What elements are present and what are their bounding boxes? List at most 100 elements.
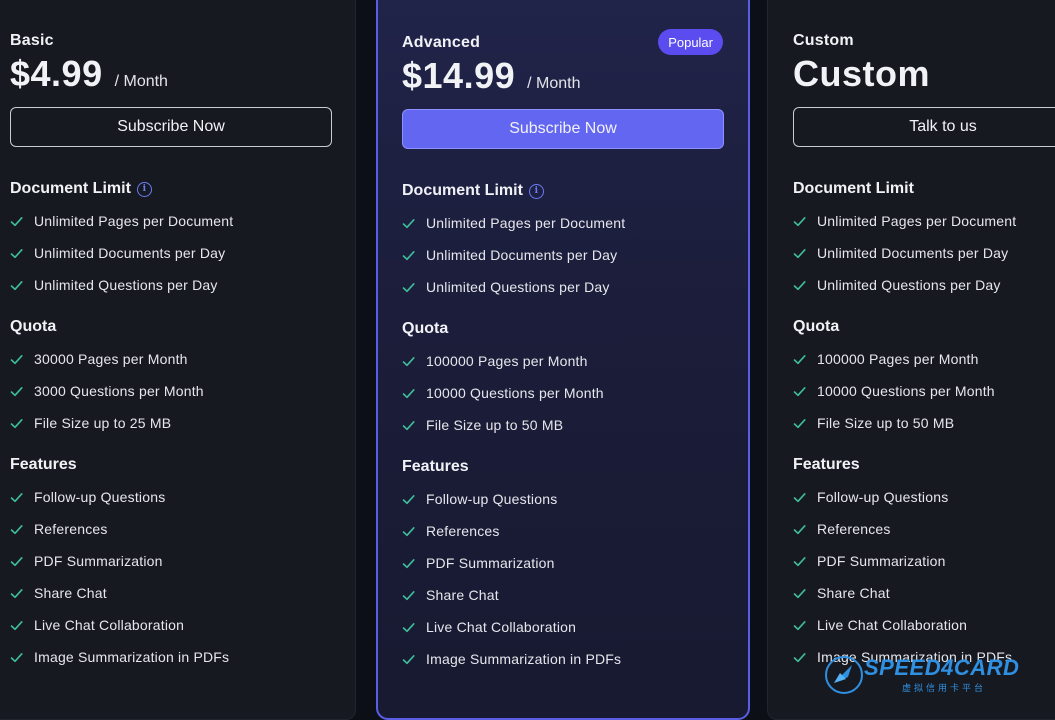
section-title: Quota (402, 313, 748, 345)
feature-item-label: Follow-up Questions (426, 491, 558, 507)
feature-item-label: File Size up to 50 MB (426, 417, 564, 433)
feature-item-label: PDF Summarization (426, 555, 555, 571)
section-title: Features (793, 449, 1055, 481)
check-icon (10, 247, 23, 260)
feature-item-label: File Size up to 25 MB (34, 415, 172, 431)
plan-period: / Month (114, 73, 168, 90)
feature-item: Unlimited Pages per Document (10, 205, 355, 237)
check-icon (793, 555, 806, 568)
feature-item-label: Unlimited Documents per Day (426, 247, 618, 263)
price-row: Custom (793, 53, 1055, 103)
feature-item-label: Live Chat Collaboration (817, 617, 968, 633)
feature-item-label: References (34, 521, 108, 537)
feature-item: Unlimited Pages per Document (793, 205, 1055, 237)
feature-item-label: PDF Summarization (817, 553, 946, 569)
feature-item-label: Unlimited Pages per Document (426, 215, 626, 231)
section-title-text: Document Limit (793, 180, 914, 197)
plan-name: Advanced (402, 34, 481, 51)
feature-item: Unlimited Documents per Day (793, 237, 1055, 269)
feature-item: Follow-up Questions (793, 481, 1055, 513)
section-features: Features Follow-up Questions References PDF… (793, 449, 1055, 673)
feature-item-label: References (426, 523, 500, 539)
subscribe-basic-button[interactable]: Subscribe Now (10, 107, 332, 147)
section-title: Document Limit i (10, 173, 355, 205)
check-icon (402, 557, 415, 570)
section-document-limit: Document Limit Unlimited Pages per Docume… (793, 173, 1055, 301)
check-icon (402, 419, 415, 432)
feature-item: Unlimited Questions per Day (793, 269, 1055, 301)
check-icon (10, 555, 23, 568)
check-icon (793, 215, 806, 228)
feature-item-label: Share Chat (817, 585, 890, 601)
feature-item: Unlimited Documents per Day (402, 239, 748, 271)
rocket-icon (825, 656, 863, 694)
section-features: Features Follow-up Questions References PDF… (402, 451, 748, 675)
feature-item: PDF Summarization (10, 545, 355, 577)
feature-item-label: Image Summarization in PDFs (426, 651, 622, 667)
feature-item: Image Summarization in PDFs (402, 643, 748, 675)
feature-item-label: Follow-up Questions (817, 489, 949, 505)
check-icon (402, 355, 415, 368)
feature-item: File Size up to 25 MB (10, 407, 355, 439)
feature-item-label: Image Summarization in PDFs (34, 649, 230, 665)
check-icon (402, 217, 415, 230)
section-title: Quota (10, 311, 355, 343)
check-icon (402, 493, 415, 506)
feature-item: References (402, 515, 748, 547)
subscribe-advanced-button[interactable]: Subscribe Now (402, 109, 724, 149)
section-title: Features (10, 449, 355, 481)
feature-item: Live Chat Collaboration (402, 611, 748, 643)
plan-price: Custom (793, 53, 930, 94)
watermark-subtext: 虚拟信用卡平台 (902, 683, 987, 693)
feature-item: References (10, 513, 355, 545)
feature-item: 30000 Pages per Month (10, 343, 355, 375)
feature-item: Share Chat (793, 577, 1055, 609)
price-row: $4.99 / Month (10, 53, 355, 103)
feature-item: Share Chat (402, 579, 748, 611)
watermark-text: SPEED4CARD (864, 655, 1020, 680)
section-title-text: Features (793, 456, 860, 473)
section-title-text: Document Limit (402, 182, 523, 199)
info-icon[interactable]: i (136, 181, 152, 197)
feature-item: File Size up to 50 MB (402, 409, 748, 441)
check-icon (10, 385, 23, 398)
section-title-text: Features (402, 458, 469, 475)
plan-card-advanced: Popular Advanced $14.99/ Month Subscribe N… (376, 0, 750, 720)
feature-item: PDF Summarization (402, 547, 748, 579)
plan-name: Basic (10, 32, 54, 49)
info-icon[interactable]: i (528, 183, 544, 199)
feature-item-label: Share Chat (426, 587, 499, 603)
section-document-limit: Document Limit i Unlimited Pages per Docum… (10, 173, 355, 301)
feature-item-label: Unlimited Documents per Day (34, 245, 226, 261)
feature-item: Image Summarization in PDFs (10, 641, 355, 673)
feature-item: Live Chat Collaboration (10, 609, 355, 641)
feature-item-label: 10000 Questions per Month (817, 383, 995, 399)
check-icon (10, 353, 23, 366)
feature-item: PDF Summarization (793, 545, 1055, 577)
talk-to-us-button[interactable]: Talk to us (793, 107, 1055, 147)
section-title-text: Features (10, 456, 77, 473)
feature-item: 100000 Pages per Month (793, 343, 1055, 375)
feature-item-label: 100000 Pages per Month (817, 351, 979, 367)
check-icon (10, 215, 23, 228)
feature-item-label: Live Chat Collaboration (426, 619, 577, 635)
check-icon (10, 417, 23, 430)
feature-item: Unlimited Documents per Day (10, 237, 355, 269)
feature-item-label: References (817, 521, 891, 537)
feature-item: Unlimited Pages per Document (402, 207, 748, 239)
feature-item: References (793, 513, 1055, 545)
plan-price: $4.99 (10, 53, 103, 94)
feature-item: 3000 Questions per Month (10, 375, 355, 407)
section-document-limit: Document Limit i Unlimited Pages per Docum… (402, 175, 748, 303)
price-row: $14.99 / Month (402, 55, 748, 105)
check-icon (793, 279, 806, 292)
feature-item-label: File Size up to 50 MB (817, 415, 955, 431)
section-quota: Quota 30000 Pages per Month 3000 Questions… (10, 311, 355, 439)
feature-item-label: Unlimited Documents per Day (817, 245, 1009, 261)
feature-item: 10000 Questions per Month (793, 375, 1055, 407)
feature-item-label: 10000 Questions per Month (426, 385, 604, 401)
check-icon (402, 653, 415, 666)
feature-item: Share Chat (10, 577, 355, 609)
feature-item: Follow-up Questions (10, 481, 355, 513)
check-icon (402, 249, 415, 262)
